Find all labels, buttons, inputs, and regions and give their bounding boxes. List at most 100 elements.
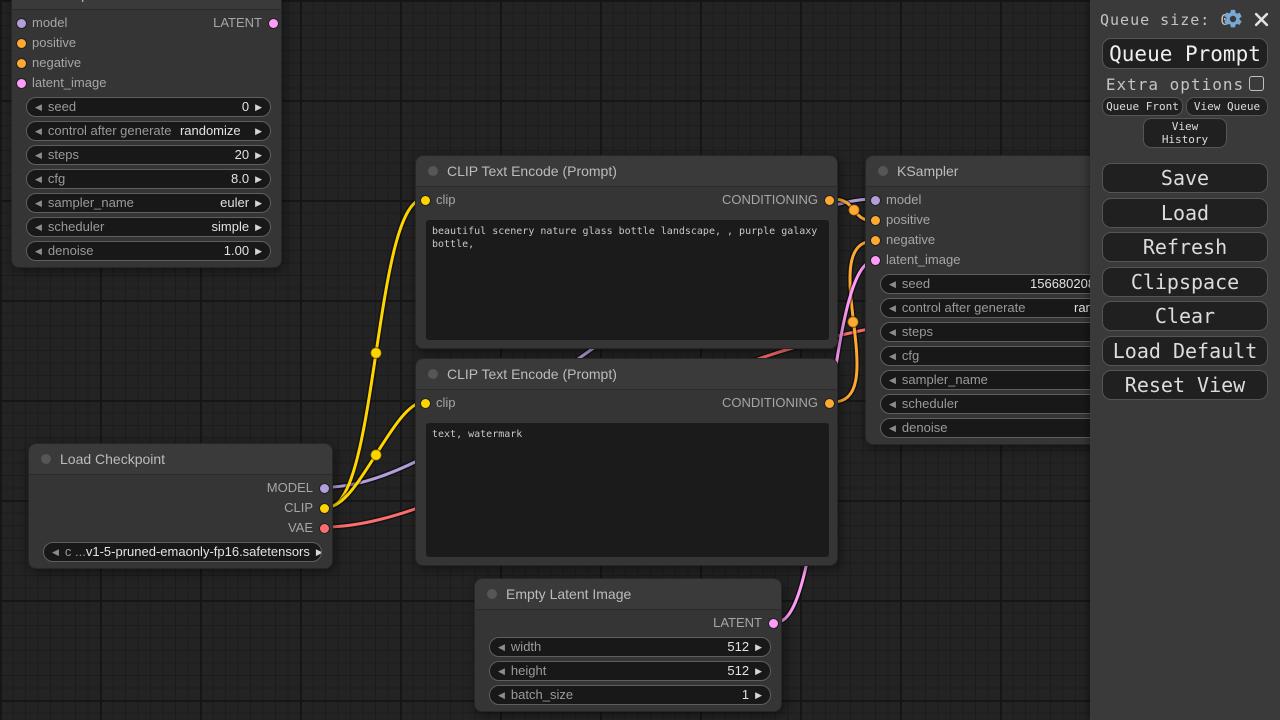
- decrement-arrow-icon[interactable]: ◀: [881, 299, 902, 317]
- load-button[interactable]: Load: [1102, 198, 1268, 228]
- input-slot-model[interactable]: [871, 196, 880, 205]
- save-button[interactable]: Save: [1102, 163, 1268, 193]
- input-slot-label: negative: [886, 230, 935, 250]
- output-slot-conditioning[interactable]: [825, 399, 834, 408]
- decrement-arrow-icon[interactable]: ◀: [881, 419, 902, 437]
- output-slot-model[interactable]: [320, 484, 329, 493]
- prompt-textarea[interactable]: text, watermark: [426, 423, 829, 557]
- node-clip-text-encode-negative[interactable]: CLIP Text Encode (Prompt)clipCONDITIONIN…: [415, 358, 838, 566]
- decrement-arrow-icon[interactable]: ◀: [881, 347, 902, 365]
- input-slot-negative[interactable]: [871, 236, 880, 245]
- increment-arrow-icon[interactable]: ▶: [249, 122, 270, 140]
- output-slot-label: LATENT: [713, 613, 762, 633]
- increment-arrow-icon[interactable]: ▶: [249, 194, 270, 212]
- prompt-textarea[interactable]: beautiful scenery nature glass bottle la…: [426, 220, 829, 340]
- widget-cfg[interactable]: ◀cfg8.0▶: [26, 169, 271, 189]
- decrement-arrow-icon[interactable]: ◀: [490, 638, 511, 656]
- node-title-bar: Load Checkpoint: [29, 444, 332, 475]
- decrement-arrow-icon[interactable]: ◀: [881, 323, 902, 341]
- widget-seed[interactable]: ◀seed0▶: [26, 97, 271, 117]
- increment-arrow-icon[interactable]: ▶: [249, 98, 270, 116]
- increment-arrow-icon[interactable]: ▶: [249, 218, 270, 236]
- output-slot-vae[interactable]: [320, 524, 329, 533]
- node-title-bar: CLIP Text Encode (Prompt): [416, 359, 837, 390]
- increment-arrow-icon[interactable]: ▶: [749, 638, 770, 656]
- increment-arrow-icon[interactable]: ▶: [749, 686, 770, 704]
- node-empty-latent-image[interactable]: Empty Latent ImageLATENT◀width512▶◀heigh…: [474, 578, 782, 712]
- widget-value: simple: [104, 218, 249, 236]
- queue-front-button[interactable]: Queue Front: [1102, 97, 1183, 116]
- node-collapse-dot[interactable]: [428, 166, 438, 176]
- node-title: CLIP Text Encode (Prompt): [447, 359, 617, 389]
- increment-arrow-icon[interactable]: ▶: [310, 543, 322, 561]
- input-slot-latent_image[interactable]: [17, 79, 26, 88]
- increment-arrow-icon[interactable]: ▶: [249, 242, 270, 260]
- decrement-arrow-icon[interactable]: ◀: [27, 194, 48, 212]
- refresh-button[interactable]: Refresh: [1102, 232, 1268, 262]
- decrement-arrow-icon[interactable]: ◀: [27, 122, 48, 140]
- settings-gear-icon[interactable]: [1222, 8, 1244, 30]
- menu-header: Queue size: 0: [1090, 0, 1280, 36]
- widget-height[interactable]: ◀height512▶: [489, 661, 771, 681]
- increment-arrow-icon[interactable]: ▶: [249, 146, 270, 164]
- increment-arrow-icon[interactable]: ▶: [749, 662, 770, 680]
- node-title: KSampler: [43, 0, 104, 9]
- input-slot-positive[interactable]: [871, 216, 880, 225]
- input-slot-positive[interactable]: [17, 39, 26, 48]
- close-icon[interactable]: [1254, 12, 1269, 27]
- node-ksampler-partial[interactable]: KSamplermodelpositivenegativelatent_imag…: [11, 0, 282, 268]
- widget-denoise[interactable]: ◀denoise1.00▶: [26, 241, 271, 261]
- widget-label: steps: [48, 146, 79, 164]
- node-title-bar: KSampler: [12, 0, 281, 10]
- widget-value: 0: [76, 98, 249, 116]
- input-slot-latent_image[interactable]: [871, 256, 880, 265]
- input-slot-negative[interactable]: [17, 59, 26, 68]
- decrement-arrow-icon[interactable]: ◀: [27, 146, 48, 164]
- view-history-button[interactable]: View History: [1143, 118, 1227, 148]
- extra-options-checkbox[interactable]: [1249, 76, 1264, 91]
- decrement-arrow-icon[interactable]: ◀: [44, 543, 65, 561]
- decrement-arrow-icon[interactable]: ◀: [27, 170, 48, 188]
- load-default-button[interactable]: Load Default: [1102, 336, 1268, 366]
- queue-prompt-button[interactable]: Queue Prompt: [1102, 38, 1268, 69]
- widget-label: control after generate: [48, 122, 172, 140]
- widget-value: 512: [546, 662, 749, 680]
- decrement-arrow-icon[interactable]: ◀: [881, 395, 902, 413]
- widget-steps[interactable]: ◀steps20▶: [26, 145, 271, 165]
- node-collapse-dot[interactable]: [428, 369, 438, 379]
- output-slot-latent[interactable]: [269, 19, 278, 28]
- widget-scheduler[interactable]: ◀schedulersimple▶: [26, 217, 271, 237]
- node-load-checkpoint[interactable]: Load CheckpointMODELCLIPVAE◀c ...v1-5-pr…: [28, 443, 333, 569]
- widget-label: width: [511, 638, 541, 656]
- reset-view-button[interactable]: Reset View: [1102, 370, 1268, 400]
- view-queue-button[interactable]: View Queue: [1186, 97, 1268, 116]
- widget-label: denoise: [48, 242, 94, 260]
- clipspace-button[interactable]: Clipspace: [1102, 267, 1268, 297]
- widget-label: scheduler: [48, 218, 104, 236]
- node-collapse-dot[interactable]: [878, 166, 888, 176]
- widget-sampler_name[interactable]: ◀sampler_nameeuler▶: [26, 193, 271, 213]
- output-slot-label: CONDITIONING: [722, 190, 818, 210]
- input-slot-label: latent_image: [886, 250, 960, 270]
- increment-arrow-icon[interactable]: ▶: [249, 170, 270, 188]
- decrement-arrow-icon[interactable]: ◀: [27, 218, 48, 236]
- node-collapse-dot[interactable]: [487, 589, 497, 599]
- widget-control after generate[interactable]: ◀control after generaterandomize▶: [26, 121, 271, 141]
- output-slot-latent[interactable]: [769, 619, 778, 628]
- decrement-arrow-icon[interactable]: ◀: [27, 242, 48, 260]
- decrement-arrow-icon[interactable]: ◀: [490, 662, 511, 680]
- output-slot-clip[interactable]: [320, 504, 329, 513]
- decrement-arrow-icon[interactable]: ◀: [881, 275, 902, 293]
- decrement-arrow-icon[interactable]: ◀: [490, 686, 511, 704]
- widget-batch_size[interactable]: ◀batch_size1▶: [489, 685, 771, 705]
- clear-button[interactable]: Clear: [1102, 301, 1268, 331]
- decrement-arrow-icon[interactable]: ◀: [881, 371, 902, 389]
- widget-label: sampler_name: [902, 371, 988, 389]
- widget-c ...[interactable]: ◀c ...v1-5-pruned-emaonly-fp16.safetenso…: [43, 542, 322, 562]
- decrement-arrow-icon[interactable]: ◀: [27, 98, 48, 116]
- node-collapse-dot[interactable]: [41, 454, 51, 464]
- input-slot-label: positive: [32, 33, 76, 53]
- output-slot-conditioning[interactable]: [825, 196, 834, 205]
- widget-width[interactable]: ◀width512▶: [489, 637, 771, 657]
- node-clip-text-encode-positive[interactable]: CLIP Text Encode (Prompt)clipCONDITIONIN…: [415, 155, 838, 349]
